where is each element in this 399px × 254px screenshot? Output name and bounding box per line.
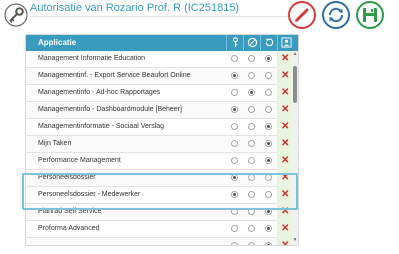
access-level-2-radio[interactable]: [248, 225, 255, 232]
access-level-3-radio[interactable]: [265, 140, 272, 147]
table-row[interactable]: Managementinf. - Export Service Beaufort…: [26, 68, 293, 85]
remove-column-cell: ✕: [277, 68, 293, 85]
access-level-3-radio[interactable]: [265, 157, 272, 164]
remove-column-cell: ✕: [277, 136, 293, 153]
remove-icon[interactable]: ✕: [281, 155, 289, 167]
key-icon: [4, 3, 28, 27]
edit-button[interactable]: [288, 1, 316, 29]
remove-icon[interactable]: ✕: [281, 104, 289, 116]
access-level-3-radio[interactable]: [265, 55, 272, 62]
application-name: Managementinf. - Export Service Beaufort…: [38, 72, 191, 79]
pencil-icon: [295, 8, 309, 22]
scroll-thumb[interactable]: [293, 66, 297, 103]
sync-icon: [328, 7, 344, 23]
page-title: Autorisatie van Rozario Prof. R (IC25181…: [30, 2, 240, 14]
save-button[interactable]: [356, 1, 384, 29]
column-header-key[interactable]: [226, 35, 243, 51]
remove-icon[interactable]: ✕: [281, 138, 289, 150]
applications-table: Applicatie Management Informatie Educati…: [25, 34, 299, 246]
remove-column-cell: ✕: [277, 238, 293, 245]
sync-button[interactable]: [322, 1, 350, 29]
access-level-1-radio[interactable]: [231, 89, 238, 96]
access-level-1-radio[interactable]: [231, 140, 238, 147]
access-level-2-radio[interactable]: [248, 242, 255, 245]
remove-icon[interactable]: ✕: [281, 70, 289, 82]
access-level-1-radio[interactable]: [231, 225, 238, 232]
access-level-2-radio[interactable]: [248, 72, 255, 79]
blocked-icon: [247, 37, 258, 48]
access-level-2-radio[interactable]: [248, 55, 255, 62]
save-icon: [363, 8, 377, 22]
refresh-icon: [265, 38, 274, 47]
access-level-2-radio[interactable]: [248, 123, 255, 130]
access-level-1-radio[interactable]: [231, 55, 238, 62]
access-level-1-radio[interactable]: [231, 123, 238, 130]
remove-icon[interactable]: ✕: [281, 121, 289, 133]
column-header-applicatie: Applicatie: [38, 38, 77, 47]
remove-column-cell: ✕: [277, 153, 293, 170]
remove-column-cell: ✕: [277, 51, 293, 68]
title-divider: [30, 16, 288, 17]
access-level-3-radio[interactable]: [265, 242, 272, 245]
application-name: Managementinfo - Dashboardmodule [Beheer…: [38, 106, 182, 113]
remove-column-cell: ✕: [277, 119, 293, 136]
remove-icon[interactable]: ✕: [281, 223, 289, 235]
access-level-1-radio[interactable]: [231, 106, 238, 113]
access-level-1-radio[interactable]: [231, 242, 238, 245]
remove-icon[interactable]: ✕: [281, 53, 289, 65]
table-row[interactable]: Performance Management ✕: [26, 153, 293, 170]
application-name: Proforma Advanced: [38, 225, 100, 232]
access-level-3-radio[interactable]: [265, 72, 272, 79]
access-level-2-radio[interactable]: [248, 89, 255, 96]
key-icon: [232, 37, 239, 48]
remove-column-cell: ✕: [277, 102, 293, 119]
application-name: Mijn Taken: [38, 140, 72, 147]
table-row[interactable]: ✕: [26, 238, 293, 245]
application-name: Management Informatie Education: [38, 55, 146, 62]
application-name: Managementinfo - Ad-hoc Rapportages: [38, 89, 161, 96]
table-header: Applicatie: [26, 35, 298, 51]
access-level-2-radio[interactable]: [248, 157, 255, 164]
access-level-1-radio[interactable]: [231, 72, 238, 79]
user-icon: [281, 37, 292, 48]
column-header-refresh[interactable]: [260, 35, 277, 51]
access-level-2-radio[interactable]: [248, 106, 255, 113]
access-level-3-radio[interactable]: [265, 89, 272, 96]
application-name: Managementinformatie - Sociaal Verslag: [38, 123, 165, 130]
table-row[interactable]: Managementinfo - Ad-hoc Rapportages ✕: [26, 85, 293, 102]
header: Autorisatie van Rozario Prof. R (IC25181…: [0, 0, 399, 32]
scroll-down-arrow-icon[interactable]: ▼: [292, 238, 298, 243]
table-row[interactable]: Proforma Advanced ✕: [26, 221, 293, 238]
column-header-user[interactable]: [277, 35, 298, 51]
scroll-up-arrow-icon[interactable]: ▲: [292, 52, 298, 57]
remove-column-cell: ✕: [277, 85, 293, 102]
access-level-3-radio[interactable]: [265, 225, 272, 232]
access-level-3-radio[interactable]: [265, 106, 272, 113]
remove-column-cell: ✕: [277, 221, 293, 238]
access-level-1-radio[interactable]: [231, 157, 238, 164]
column-header-blocked[interactable]: [243, 35, 260, 51]
application-name: Performance Management: [38, 157, 121, 164]
remove-icon[interactable]: ✕: [281, 87, 289, 99]
access-level-3-radio[interactable]: [265, 123, 272, 130]
access-level-2-radio[interactable]: [248, 140, 255, 147]
remove-icon[interactable]: ✕: [281, 240, 289, 245]
table-row[interactable]: Managementinfo - Dashboardmodule [Beheer…: [26, 102, 293, 119]
scrollbar[interactable]: ▲ ▼: [292, 51, 298, 245]
table-row[interactable]: Management Informatie Education ✕: [26, 51, 293, 68]
table-row[interactable]: Mijn Taken ✕: [26, 136, 293, 153]
table-row[interactable]: Managementinformatie - Sociaal Verslag ✕: [26, 119, 293, 136]
selection-highlight: [22, 173, 298, 210]
